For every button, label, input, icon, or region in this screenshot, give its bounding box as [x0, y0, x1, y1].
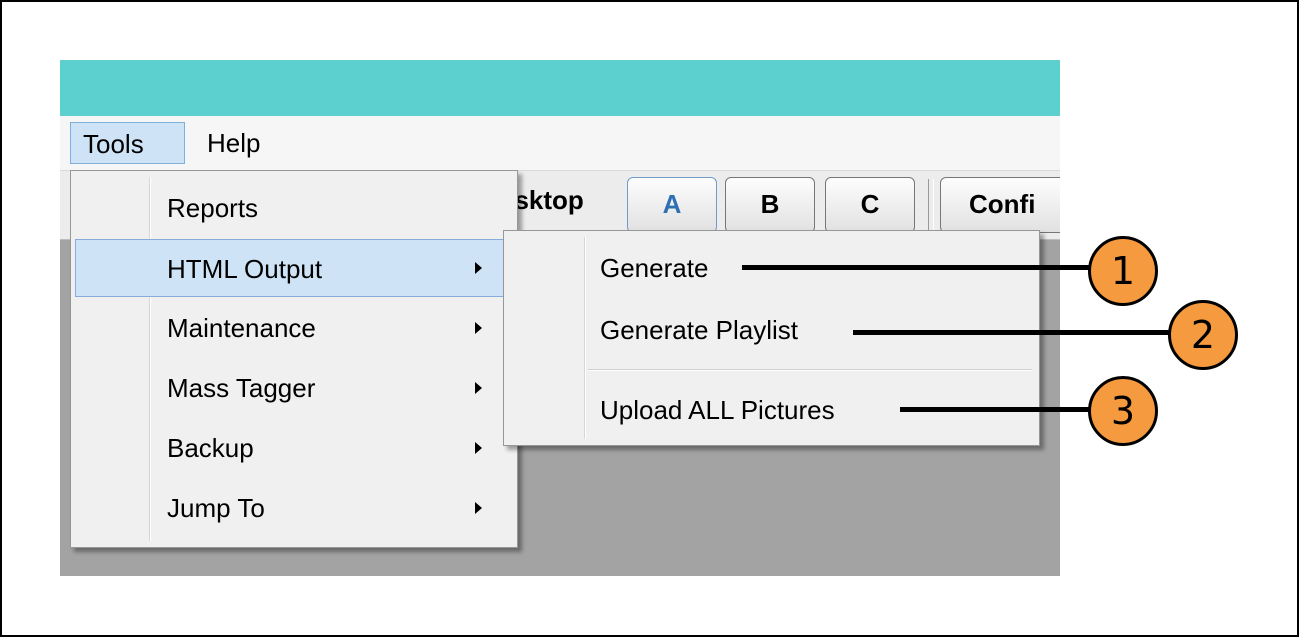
menu-item-mass-tagger[interactable]: Mass Tagger: [75, 359, 513, 417]
config-button[interactable]: Confi: [940, 177, 1060, 233]
menu-item-jump-to[interactable]: Jump To: [75, 479, 513, 537]
submenu-item-label: Generate: [600, 253, 709, 283]
menu-item-maintenance[interactable]: Maintenance: [75, 299, 513, 357]
menu-item-reports[interactable]: Reports: [75, 179, 513, 237]
menu-item-label: HTML Output: [167, 254, 323, 284]
submenu-separator: [588, 369, 1032, 371]
menu-item-html-output[interactable]: HTML Output: [75, 239, 513, 297]
submenu-arrow-icon: [475, 322, 482, 334]
callout-badge-1: 1: [1088, 236, 1158, 306]
submenu-item-label: Generate Playlist: [600, 315, 798, 345]
menu-item-label: Reports: [167, 193, 259, 223]
menu-tools[interactable]: Tools: [70, 122, 185, 164]
submenu-arrow-icon: [475, 442, 482, 454]
submenu-arrow-icon: [475, 502, 482, 514]
html-output-submenu: Generate Generate Playlist Upload ALL Pi…: [503, 230, 1040, 446]
submenu-arrow-icon: [475, 382, 482, 394]
menu-item-label: Maintenance: [167, 313, 316, 343]
menu-item-label: Mass Tagger: [167, 373, 316, 403]
menu-bar: Tools Help: [60, 116, 1060, 171]
title-bar: [60, 60, 1060, 116]
tab-b[interactable]: B: [725, 177, 815, 233]
submenu-item-label: Upload ALL Pictures: [600, 395, 835, 425]
callout-line-1: [742, 265, 1090, 270]
menu-item-label: Backup: [167, 433, 254, 463]
submenu-arrow-icon: [475, 262, 482, 274]
menu-help[interactable]: Help: [195, 122, 285, 164]
callout-line-2: [853, 330, 1173, 335]
menu-item-backup[interactable]: Backup: [75, 419, 513, 477]
callout-line-3: [900, 407, 1090, 412]
callout-badge-3: 3: [1088, 376, 1158, 446]
tab-c[interactable]: C: [825, 177, 915, 233]
callout-badge-2: 2: [1168, 300, 1238, 370]
menu-item-label: Jump To: [167, 493, 265, 523]
toolbar-separator: [928, 179, 934, 233]
tools-menu: Reports HTML Output Maintenance Mass Tag…: [70, 170, 518, 548]
tab-a[interactable]: A: [627, 177, 717, 233]
